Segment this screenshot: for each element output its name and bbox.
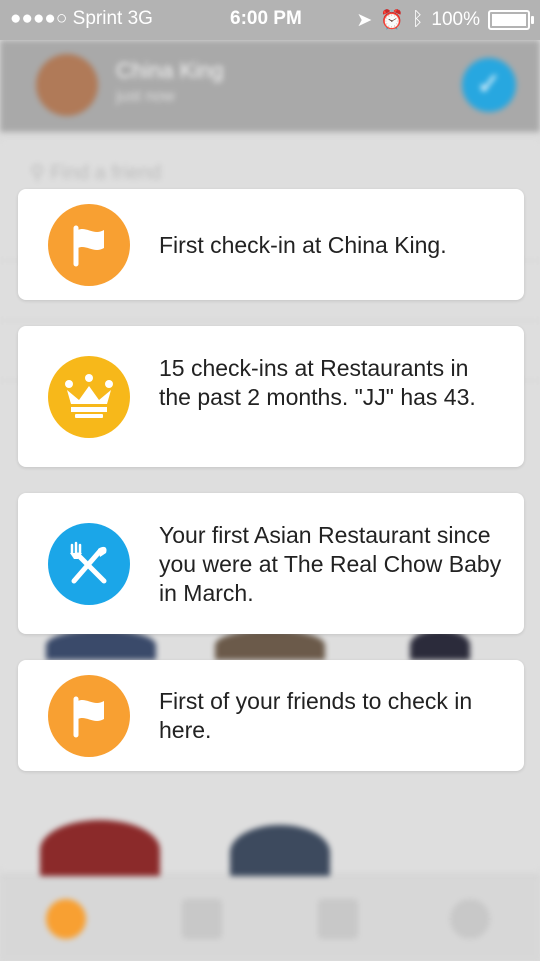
battery-icon [488, 10, 534, 30]
background-photo [215, 630, 325, 660]
friend-avatar [230, 825, 330, 880]
crown-icon [48, 356, 130, 438]
background-photo [410, 630, 470, 660]
divider [0, 320, 540, 321]
venue-name: China King [116, 58, 224, 83]
calendar-icon[interactable] [318, 899, 358, 939]
friend-avatar [40, 820, 160, 880]
insight-card[interactable]: First of your friends to check in here. [18, 660, 524, 771]
profile-icon[interactable] [450, 899, 490, 939]
flag-icon [48, 204, 130, 286]
avatar [36, 54, 98, 116]
insight-card[interactable]: First check-in at China King. [18, 189, 524, 300]
bluetooth-icon: ᛒ [411, 9, 424, 30]
status-bar: ●●●●○ Sprint 3G 6:00 PM ➤ ⏰ ᛒ 100% [0, 0, 540, 40]
search-icon: ⚲ [30, 162, 51, 184]
insight-text: First check-in at China King. [159, 232, 447, 258]
tab-bar [0, 876, 540, 961]
carrier-signal: ●●●●○ Sprint 3G [10, 8, 153, 29]
checkmark-icon[interactable]: ✓ [462, 58, 516, 112]
alarm-icon: ⏰ [380, 10, 404, 31]
insight-text: Your first Asian Restaurant since you we… [159, 522, 502, 606]
fork-knife-icon [48, 523, 130, 605]
insight-card[interactable]: 15 check-ins at Restaurants in the past … [18, 326, 524, 467]
insight-card[interactable]: Your first Asian Restaurant since you we… [18, 493, 524, 634]
location-icon: ➤ [356, 9, 373, 31]
home-icon[interactable] [46, 899, 86, 939]
search-input[interactable]: ⚲ Find a friend [30, 160, 161, 185]
battery-percent: 100% [431, 9, 480, 30]
status-right: ➤ ⏰ ᛒ 100% [356, 8, 534, 32]
checkin-time: just now [116, 88, 175, 105]
clock: 6:00 PM [230, 8, 302, 29]
background-app: China King just now ✓ ⚲ Find a friend [0, 0, 540, 961]
list-icon[interactable] [182, 899, 222, 939]
checkin-header: China King just now ✓ [0, 40, 540, 132]
insight-text: 15 check-ins at Restaurants in the past … [159, 355, 476, 410]
background-photo [46, 630, 156, 660]
insight-text: First of your friends to check in here. [159, 688, 473, 743]
flag-icon [48, 675, 130, 757]
